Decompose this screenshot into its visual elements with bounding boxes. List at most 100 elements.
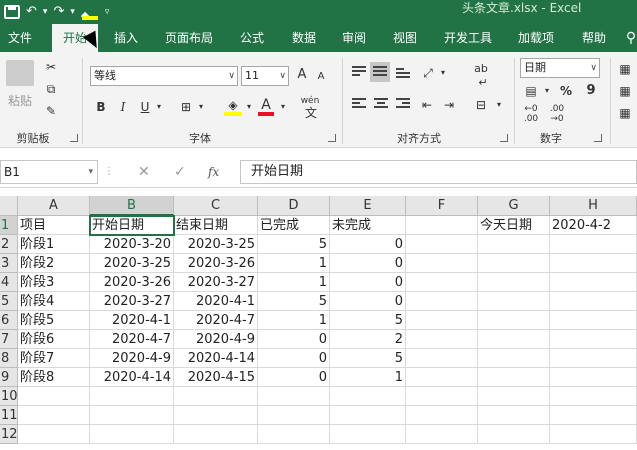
paint-bucket-icon[interactable]: ◆ xyxy=(81,4,99,22)
increase-decimal-icon[interactable]: ←0.00 xyxy=(522,104,540,124)
cell-b4[interactable]: 2020-3-26 xyxy=(90,273,174,292)
cell-a11[interactable] xyxy=(18,406,90,425)
number-launcher-icon[interactable] xyxy=(594,134,602,142)
row-header[interactable]: 5 xyxy=(0,292,18,311)
enter-icon[interactable]: ✓ xyxy=(174,160,186,184)
decrease-indent-icon[interactable]: ⇤ xyxy=(418,96,436,114)
cell-h4[interactable] xyxy=(550,273,637,292)
cell-a5[interactable]: 阶段4 xyxy=(18,292,90,311)
cell-f10[interactable] xyxy=(406,387,478,406)
formula-input[interactable]: 开始日期 xyxy=(240,160,637,184)
align-right-icon[interactable] xyxy=(396,98,410,110)
column-header-c[interactable]: C xyxy=(174,196,258,216)
tab-file[interactable]: 文件 xyxy=(0,24,40,52)
row-header[interactable]: 11 xyxy=(0,406,18,425)
chevron-down-icon[interactable]: ▾ xyxy=(154,98,164,116)
cell-h7[interactable] xyxy=(550,330,637,349)
cell-e3[interactable]: 0 xyxy=(330,254,406,273)
cell-f6[interactable] xyxy=(406,311,478,330)
clipboard-launcher-icon[interactable] xyxy=(70,134,78,142)
chevron-down-icon[interactable]: ▾ xyxy=(542,82,552,100)
cell-d2[interactable]: 5 xyxy=(258,235,330,254)
cell-f9[interactable] xyxy=(406,368,478,387)
chevron-down-icon[interactable]: ▾ xyxy=(438,64,448,82)
cell-f1[interactable] xyxy=(406,216,478,235)
tell-me-icon[interactable]: ⚲ xyxy=(624,24,637,52)
cell-c4[interactable]: 2020-3-27 xyxy=(174,273,258,292)
merge-center-icon[interactable]: ⊟ xyxy=(472,96,490,114)
cell-e9[interactable]: 1 xyxy=(330,368,406,387)
cell-d6[interactable]: 1 xyxy=(258,311,330,330)
cell-b8[interactable]: 2020-4-9 xyxy=(90,349,174,368)
cell-g3[interactable] xyxy=(478,254,550,273)
cell-e11[interactable] xyxy=(330,406,406,425)
cell-b7[interactable]: 2020-4-7 xyxy=(90,330,174,349)
cell-d11[interactable] xyxy=(258,406,330,425)
customize-qat-icon[interactable]: ▿ xyxy=(105,0,110,24)
cell-b3[interactable]: 2020-3-25 xyxy=(90,254,174,273)
cell-e12[interactable] xyxy=(330,425,406,444)
font-color-icon[interactable]: A xyxy=(258,96,274,116)
middle-align-button[interactable] xyxy=(370,62,390,82)
align-left-icon[interactable] xyxy=(352,98,366,110)
cell-h9[interactable] xyxy=(550,368,637,387)
cell-a10[interactable] xyxy=(18,387,90,406)
cell-f5[interactable] xyxy=(406,292,478,311)
paste-icon[interactable] xyxy=(6,60,34,86)
cell-b10[interactable] xyxy=(90,387,174,406)
comma-style-button[interactable]: 9 xyxy=(584,82,598,100)
font-launcher-icon[interactable] xyxy=(328,134,336,142)
cut-icon[interactable]: ✂ xyxy=(42,58,60,76)
column-header-a[interactable]: A xyxy=(18,196,90,216)
top-align-icon[interactable] xyxy=(352,66,366,78)
cell-e10[interactable] xyxy=(330,387,406,406)
tab-developer[interactable]: 开发工具 xyxy=(436,24,500,52)
font-name-select[interactable]: 等线 ∨ xyxy=(90,66,238,86)
undo-dropdown-icon[interactable]: ▾ xyxy=(43,0,48,24)
column-header-b[interactable]: B xyxy=(90,196,174,216)
cell-d5[interactable]: 5 xyxy=(258,292,330,311)
row-header[interactable]: 9 xyxy=(0,368,18,387)
tab-data[interactable]: 数据 xyxy=(282,24,326,52)
cell-b1[interactable]: 开始日期 xyxy=(89,215,175,236)
cell-a1[interactable]: 项目 xyxy=(18,216,90,235)
row-header[interactable]: 12 xyxy=(0,425,18,444)
tab-view[interactable]: 视图 xyxy=(384,24,426,52)
cell-d3[interactable]: 1 xyxy=(258,254,330,273)
tab-insert[interactable]: 插入 xyxy=(104,24,148,52)
cell-f2[interactable] xyxy=(406,235,478,254)
worksheet-grid[interactable]: ABCDEFGH 1 项目 开始日期 结束日期 已完成 未完成 今天日期 2020-4-2 2 阶… xyxy=(0,196,637,450)
increase-indent-icon[interactable]: ⇥ xyxy=(440,96,458,114)
decrease-decimal-icon[interactable]: .00 →0 xyxy=(548,104,566,124)
cell-e4[interactable]: 0 xyxy=(330,273,406,292)
cell-d4[interactable]: 1 xyxy=(258,273,330,292)
cell-e6[interactable]: 5 xyxy=(330,311,406,330)
cell-h1[interactable]: 2020-4-2 xyxy=(550,216,637,235)
cell-f8[interactable] xyxy=(406,349,478,368)
row-header[interactable]: 1 xyxy=(0,216,18,235)
underline-button[interactable]: U xyxy=(138,98,152,116)
column-header-h[interactable]: H xyxy=(550,196,637,216)
row-header[interactable]: 10 xyxy=(0,387,18,406)
undo-icon[interactable]: ↶ xyxy=(26,0,37,24)
cell-h8[interactable] xyxy=(550,349,637,368)
chevron-down-icon[interactable]: ▾ xyxy=(494,96,504,114)
cell-f3[interactable] xyxy=(406,254,478,273)
cell-g7[interactable] xyxy=(478,330,550,349)
format-table-icon[interactable]: ▦ xyxy=(616,82,634,100)
conditional-format-icon[interactable]: ▦ xyxy=(616,60,634,78)
cell-styles-icon[interactable]: ▦ xyxy=(616,104,634,122)
cell-c10[interactable] xyxy=(174,387,258,406)
cell-b6[interactable]: 2020-4-1 xyxy=(90,311,174,330)
cell-c8[interactable]: 2020-4-14 xyxy=(174,349,258,368)
cell-b5[interactable]: 2020-3-27 xyxy=(90,292,174,311)
name-box[interactable]: B1 ▾ xyxy=(0,160,98,184)
select-all-button[interactable] xyxy=(0,196,18,216)
cell-b2[interactable]: 2020-3-20 xyxy=(90,235,174,254)
cell-g5[interactable] xyxy=(478,292,550,311)
row-header[interactable]: 7 xyxy=(0,330,18,349)
bottom-align-icon[interactable] xyxy=(396,68,410,80)
align-center-icon[interactable] xyxy=(374,98,388,110)
cell-e7[interactable]: 2 xyxy=(330,330,406,349)
cell-h12[interactable] xyxy=(550,425,637,444)
